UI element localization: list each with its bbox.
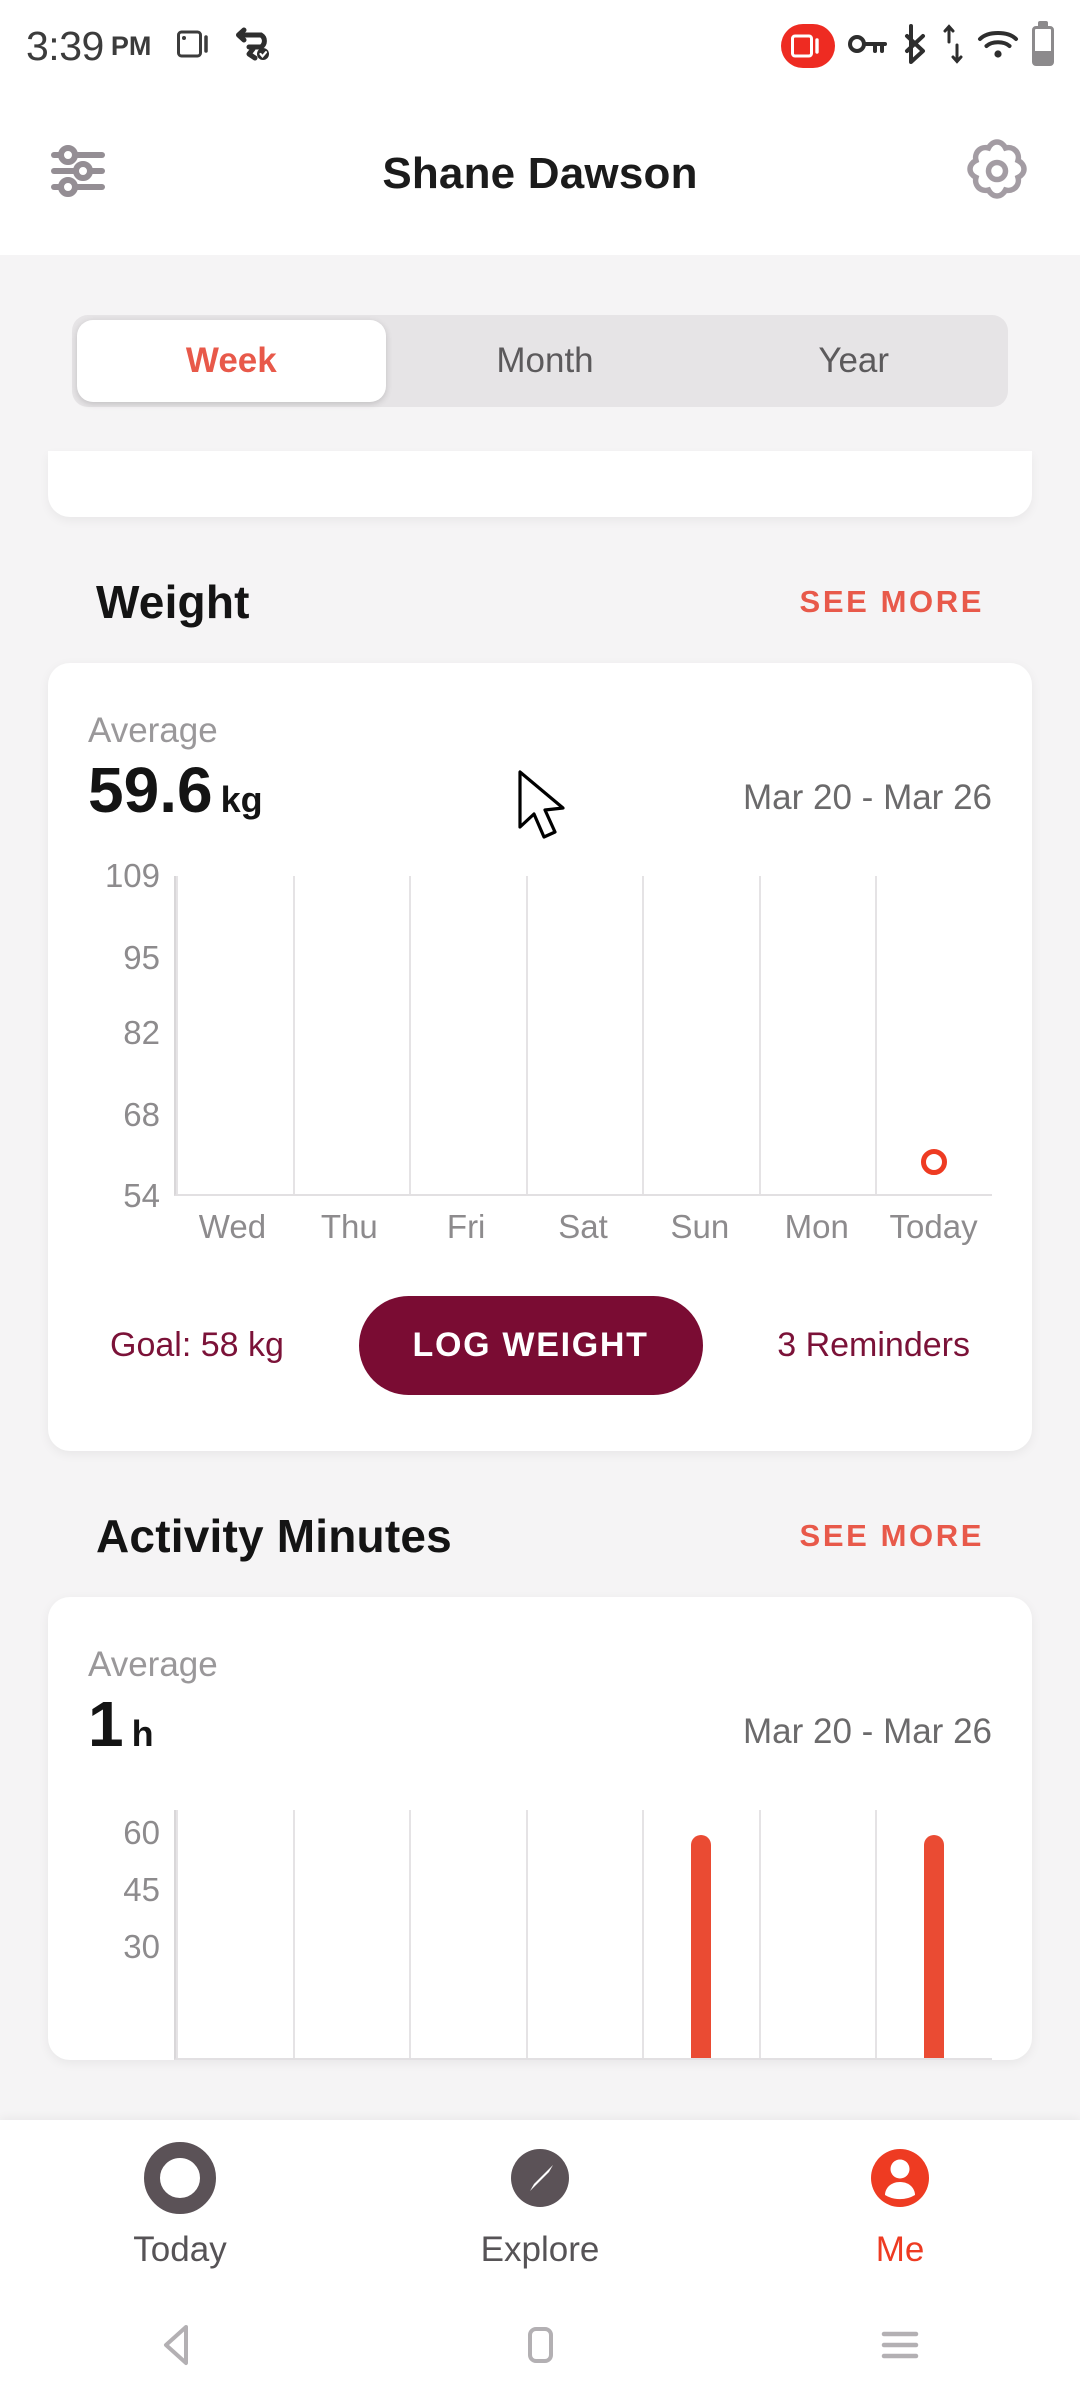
chart-gridline — [525, 1810, 528, 2059]
weight-see-more-link[interactable]: SEE MORE — [800, 584, 984, 620]
chart-bar — [690, 1834, 711, 2059]
activity-average-unit: h — [131, 1713, 154, 1755]
weight-action-row: Goal: 58 kg LOG WEIGHT 3 Reminders — [88, 1246, 992, 1451]
chart-gridline — [525, 876, 528, 1195]
chart-data-point — [920, 1148, 947, 1175]
ring-circle-icon — [144, 2142, 216, 2219]
weight-y-axis: 109 95 82 68 54 — [88, 857, 174, 1214]
chart-gridline — [875, 876, 878, 1195]
wifi-icon — [977, 28, 1019, 65]
recents-menu-icon[interactable] — [720, 2319, 1080, 2371]
weight-plot-area — [174, 876, 992, 1197]
y-axis-tick: 82 — [123, 1014, 160, 1052]
chart-gridline — [409, 876, 412, 1195]
nav-label-me: Me — [875, 2230, 925, 2269]
weight-goal-label[interactable]: Goal: 58 kg — [110, 1326, 284, 1365]
bluetooth-icon — [901, 23, 929, 69]
x-axis-label: Today — [889, 1208, 978, 1246]
chart-gridline — [409, 1810, 412, 2059]
x-axis-label: Sat — [558, 1208, 608, 1246]
log-weight-button[interactable]: LOG WEIGHT — [358, 1296, 703, 1396]
activity-section-title: Activity Minutes — [96, 1510, 452, 1563]
weight-x-axis-labels: Wed Thu Fri Sat Sun Mon Today — [174, 1196, 992, 1246]
activity-chart[interactable]: 60 45 30 — [88, 1810, 992, 2061]
nav-item-explore[interactable]: Explore — [360, 2142, 720, 2270]
activity-card[interactable]: Average 1 h Mar 20 - Mar 26 60 45 30 — [48, 1597, 1032, 2061]
tab-month[interactable]: Month — [391, 315, 700, 407]
chart-gridline — [292, 876, 295, 1195]
vpn-key-sync-icon — [235, 27, 273, 66]
previous-card-peek[interactable] — [48, 451, 1032, 517]
weight-section-title: Weight — [96, 576, 250, 628]
y-axis-tick: 54 — [123, 1177, 160, 1215]
weight-card-summary: Average 59.6 kg Mar 20 - Mar 26 — [88, 711, 992, 824]
activity-see-more-link[interactable]: SEE MORE — [800, 1518, 984, 1554]
compass-icon — [504, 2142, 576, 2219]
recording-badge-icon — [781, 24, 835, 68]
scroll-content[interactable]: Week Month Year Weight SEE MORE Average … — [0, 255, 1080, 2120]
y-axis-tick: 95 — [123, 938, 160, 976]
weight-reminders-label[interactable]: 3 Reminders — [777, 1326, 970, 1365]
phone-screen: 3:39 PM Shane Dawson Week Month Year Wei… — [0, 0, 1080, 2400]
status-bar: 3:39 PM — [0, 0, 1080, 92]
tab-week[interactable]: Week — [77, 320, 386, 402]
data-transfer-icon — [942, 23, 964, 69]
chart-gridline — [642, 1810, 645, 2059]
nav-label-today: Today — [133, 2230, 227, 2269]
weight-date-range: Mar 20 - Mar 26 — [743, 778, 992, 818]
activity-average-label: Average — [88, 1645, 218, 1685]
y-axis-tick: 60 — [123, 1814, 160, 1852]
chart-gridline — [176, 1810, 178, 2059]
page-title: Shane Dawson — [382, 148, 698, 198]
period-tabs: Week Month Year — [72, 315, 1008, 407]
weight-card[interactable]: Average 59.6 kg Mar 20 - Mar 26 109 95 82 6… — [48, 663, 1032, 1452]
status-icons-right — [781, 21, 1054, 69]
tab-year[interactable]: Year — [699, 315, 1008, 407]
x-axis-label: Thu — [320, 1208, 378, 1246]
bottom-navigation: Today Explore Me — [0, 2120, 1080, 2290]
screen-record-icon — [177, 28, 217, 65]
y-axis-tick: 109 — [104, 857, 160, 895]
activity-average-value: 1 — [88, 1688, 124, 1761]
chart-gridline — [176, 876, 178, 1195]
activity-card-summary: Average 1 h Mar 20 - Mar 26 — [88, 1645, 992, 1758]
status-clock: 3:39 — [26, 22, 104, 69]
weight-section-header: Weight SEE MORE — [96, 575, 984, 629]
nav-item-me[interactable]: Me — [720, 2142, 1080, 2270]
x-axis-label: Wed — [198, 1208, 267, 1246]
app-header: Shane Dawson — [0, 92, 1080, 255]
chart-bar — [923, 1834, 944, 2059]
chart-gridline — [875, 1810, 878, 2059]
x-axis-label: Fri — [446, 1208, 486, 1246]
weight-average-unit: kg — [220, 779, 263, 820]
weight-average-value: 59.6 — [88, 754, 213, 826]
y-axis-tick: 45 — [123, 1870, 160, 1908]
activity-y-axis: 60 45 30 — [88, 1810, 174, 2060]
weight-average-label: Average — [88, 711, 218, 750]
android-navigation-bar — [0, 2290, 1080, 2400]
activity-section-header: Activity Minutes SEE MORE — [96, 1509, 984, 1563]
activity-date-range: Mar 20 - Mar 26 — [743, 1712, 992, 1752]
vpn-key-icon — [848, 31, 888, 62]
battery-icon — [1032, 21, 1054, 66]
weight-chart[interactable]: 109 95 82 68 54 — [88, 857, 992, 1214]
chart-gridline — [292, 1810, 295, 2059]
x-axis-label: Sun — [670, 1208, 730, 1246]
y-axis-tick: 30 — [123, 1927, 160, 1965]
activity-plot-area — [174, 1810, 992, 2061]
person-icon — [864, 2142, 936, 2219]
settings-gear-icon[interactable] — [964, 138, 1030, 209]
tune-sliders-icon[interactable] — [50, 143, 112, 204]
x-axis-label: Mon — [784, 1208, 849, 1246]
chart-gridline — [642, 876, 645, 1195]
chart-gridline — [758, 1810, 761, 2059]
home-square-icon[interactable] — [360, 2319, 720, 2371]
y-axis-tick: 68 — [123, 1095, 160, 1133]
nav-label-explore: Explore — [480, 2230, 600, 2269]
back-triangle-icon[interactable] — [0, 2319, 360, 2371]
chart-gridline — [758, 876, 761, 1195]
status-clock-ampm: PM — [110, 30, 152, 61]
nav-item-today[interactable]: Today — [0, 2142, 360, 2270]
